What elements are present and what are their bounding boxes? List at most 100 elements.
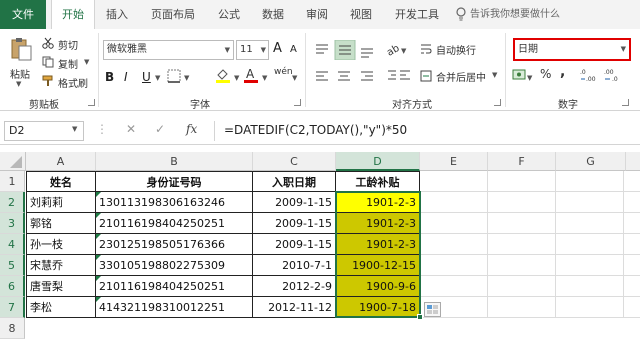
increase-decimal-icon[interactable]: .0.00	[580, 67, 602, 83]
merge-center-icon[interactable]	[420, 70, 432, 82]
underline-button[interactable]: U	[142, 70, 151, 84]
insert-function-button[interactable]: fx	[186, 122, 197, 136]
row-header-3[interactable]: 3	[0, 213, 25, 234]
fill-color-icon[interactable]	[215, 67, 231, 83]
cell-a6[interactable]: 唐雪梨	[26, 276, 96, 297]
tab-developer[interactable]: 开发工具	[388, 0, 446, 29]
paste-label[interactable]: 粘贴	[10, 66, 30, 81]
empty-cells-region[interactable]	[420, 171, 640, 318]
cell-c5[interactable]: 2010-7-1	[253, 255, 336, 276]
row-header-5[interactable]: 5	[0, 255, 25, 276]
font-launcher-icon[interactable]	[294, 99, 301, 106]
select-all-corner[interactable]	[0, 152, 26, 171]
font-name-combo[interactable]: 微软雅黑 ▼	[103, 40, 234, 60]
cell-b5[interactable]: 330105198802275309	[96, 255, 253, 276]
italic-button[interactable]: I	[124, 70, 128, 84]
decrease-decimal-icon[interactable]: .00.0	[604, 67, 626, 83]
row-header-8[interactable]: 8	[0, 318, 25, 339]
paste-icon[interactable]	[10, 36, 32, 62]
copy-icon[interactable]	[42, 56, 54, 68]
format-painter-icon[interactable]	[42, 75, 54, 87]
fill-handle[interactable]	[417, 314, 423, 320]
row-header-7[interactable]: 7	[0, 297, 25, 318]
font-size-combo[interactable]: 11 ▼	[236, 40, 269, 60]
column-header-c[interactable]: C	[253, 152, 336, 171]
column-header-g[interactable]: G	[556, 152, 626, 171]
cell-a4[interactable]: 孙一枝	[26, 234, 96, 255]
column-header-b[interactable]: B	[96, 152, 253, 171]
cell-a1[interactable]: 姓名	[26, 171, 96, 192]
format-painter-button[interactable]: 格式刷	[58, 75, 88, 90]
cell-a7[interactable]: 李松	[26, 297, 96, 318]
name-box-dropdown-icon[interactable]: ▼	[72, 125, 77, 133]
cell-c6[interactable]: 2012-2-9	[253, 276, 336, 297]
cell-b7[interactable]: 414321198310012251	[96, 297, 253, 318]
indent-icon[interactable]	[386, 68, 412, 84]
number-launcher-icon[interactable]	[622, 99, 629, 106]
wrap-text-icon[interactable]	[420, 43, 432, 55]
wrap-text-button[interactable]: 自动换行	[436, 42, 476, 57]
cell-c2[interactable]: 2009-1-15	[253, 192, 336, 213]
font-color-dropdown-icon[interactable]: ▼	[262, 74, 267, 82]
column-header-f[interactable]: F	[488, 152, 556, 171]
phonetic-button[interactable]: wén	[274, 67, 293, 77]
cut-button[interactable]: 剪切	[58, 37, 78, 52]
tab-view[interactable]: 视图	[343, 0, 379, 29]
alignment-launcher-icon[interactable]	[494, 99, 501, 106]
cell-b6[interactable]: 210116198404250251	[96, 276, 253, 297]
cell-a2[interactable]: 刘莉莉	[26, 192, 96, 213]
underline-dropdown-icon[interactable]: ▼	[155, 74, 160, 82]
row-header-2[interactable]: 2	[0, 192, 25, 213]
tab-review[interactable]: 审阅	[299, 0, 335, 29]
cell-b1[interactable]: 身份证号码	[96, 171, 253, 192]
fill-color-dropdown-icon[interactable]: ▼	[234, 74, 239, 82]
tell-me-search[interactable]: 告诉我你想要做什么	[470, 0, 560, 29]
chevron-down-icon: ▼	[224, 46, 230, 54]
tab-home[interactable]: 开始	[51, 0, 95, 30]
paste-dropdown-icon[interactable]: ▼	[16, 80, 21, 88]
column-header-a[interactable]: A	[26, 152, 96, 171]
tab-file[interactable]: 文件	[0, 0, 46, 29]
cell-d1[interactable]: 工龄补贴	[336, 171, 420, 192]
cell-a5[interactable]: 宋慧乔	[26, 255, 96, 276]
orientation-icon[interactable]: ab ▼	[385, 41, 408, 59]
phonetic-dropdown-icon[interactable]: ▼	[292, 74, 297, 82]
number-format-combo[interactable]: 日期 ▼	[513, 38, 631, 61]
tab-data[interactable]: 数据	[255, 0, 291, 29]
row-header-4[interactable]: 4	[0, 234, 25, 255]
cell-b3[interactable]: 210116198404250251	[96, 213, 253, 234]
row-header-1[interactable]: 1	[0, 171, 25, 192]
copy-dropdown-icon[interactable]: ▼	[84, 58, 89, 66]
merge-dropdown-icon[interactable]: ▼	[492, 71, 497, 79]
column-header-d[interactable]: D	[336, 152, 420, 171]
tab-formulas[interactable]: 公式	[211, 0, 247, 29]
cell-c1[interactable]: 入职日期	[253, 171, 336, 192]
tab-insert[interactable]: 插入	[99, 0, 135, 29]
comma-button[interactable]: ,	[560, 64, 565, 80]
font-color-icon[interactable]: A	[244, 66, 258, 84]
tab-page-layout[interactable]: 页面布局	[142, 0, 204, 29]
border-icon[interactable]	[167, 69, 181, 83]
bold-button[interactable]: B	[105, 70, 114, 84]
border-dropdown-icon[interactable]: ▼	[184, 74, 189, 82]
row-header-6[interactable]: 6	[0, 276, 25, 297]
percent-button[interactable]: %	[540, 67, 551, 81]
copy-button[interactable]: 复制	[58, 56, 78, 71]
merge-center-button[interactable]: 合并后居中	[436, 69, 486, 84]
cell-b2[interactable]: 130113198306163246	[96, 192, 253, 213]
cell-b4[interactable]: 230125198505176366	[96, 234, 253, 255]
cell-a3[interactable]: 郭铭	[26, 213, 96, 234]
scissors-icon[interactable]	[42, 37, 54, 49]
shrink-font-button[interactable]: A	[290, 44, 297, 55]
currency-icon[interactable]: ▼	[512, 68, 534, 84]
cancel-icon[interactable]: ✕	[126, 122, 136, 136]
cell-c4[interactable]: 2009-1-15	[253, 234, 336, 255]
formula-input[interactable]: =DATEDIF(C2,TODAY(),"y")*50	[224, 120, 407, 140]
cell-c3[interactable]: 2009-1-15	[253, 213, 336, 234]
cell-c7[interactable]: 2012-11-12	[253, 297, 336, 318]
grow-font-button[interactable]: A	[273, 41, 282, 56]
enter-icon[interactable]: ✓	[155, 122, 165, 136]
quick-analysis-icon[interactable]	[424, 302, 441, 317]
clipboard-launcher-icon[interactable]	[88, 99, 95, 106]
column-header-e[interactable]: E	[420, 152, 488, 171]
